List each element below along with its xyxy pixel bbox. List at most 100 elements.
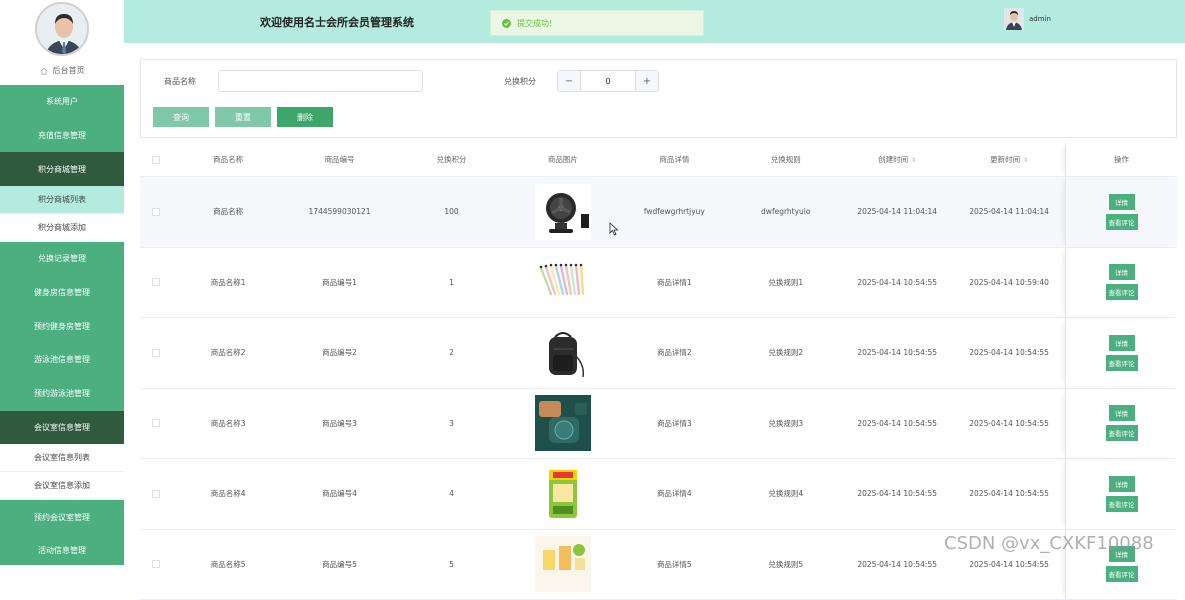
cell-points: 4 — [396, 489, 508, 498]
view-comments-button[interactable]: 查看评论 — [1106, 355, 1138, 371]
table-row[interactable]: 商品名称1744599030121100fwdfewgrhrtjyuydwfeg… — [140, 177, 1177, 248]
cell-created-time: 2025-04-14 10:54:55 — [841, 278, 953, 287]
table-row[interactable]: 商品名称3商品编号33商品详情3兑换规则32025-04-14 10:54:55… — [140, 389, 1177, 460]
cell-updated-time: 2025-04-14 10:54:55 — [953, 489, 1065, 498]
points-stepper[interactable]: − 0 + — [557, 70, 659, 92]
sort-icon[interactable]: ⇕ — [911, 157, 916, 164]
row-checkbox[interactable] — [152, 490, 160, 498]
row-checkbox[interactable] — [152, 349, 160, 357]
sidebar-subitem-11[interactable]: 会议室信息列表 — [0, 444, 124, 472]
cell-name: 商品名称3 — [173, 418, 284, 429]
sidebar-profile: 后台首页 — [0, 0, 124, 85]
table-row[interactable]: 商品名称1商品编号11商品详情1兑换规则12025-04-14 10:54:55… — [140, 248, 1177, 319]
backpack-icon[interactable] — [535, 325, 591, 381]
table-row[interactable]: 商品名称2商品编号22商品详情2兑换规则22025-04-14 10:54:55… — [140, 318, 1177, 389]
sidebar-item-8[interactable]: 游泳池信息管理 — [0, 343, 124, 377]
cell-image — [507, 254, 618, 310]
cell-created-time: 2025-04-14 11:04:14 — [841, 207, 953, 216]
pens-icon[interactable] — [535, 254, 591, 310]
cell-code: 商品编号1 — [284, 277, 396, 288]
cell-created-time: 2025-04-14 10:54:55 — [841, 489, 953, 498]
col-updated-time[interactable]: 更新时间⇕ — [953, 154, 1065, 165]
user-menu[interactable]: admin — [1004, 8, 1051, 30]
detail-button[interactable]: 详情 — [1109, 264, 1135, 280]
col-ops-label: 操作 — [1114, 154, 1129, 165]
top-header: 欢迎使用名士会所会员管理系统 提交成功! admin — [124, 0, 1185, 43]
rice-bag-icon[interactable] — [535, 466, 591, 522]
col-code: 商品编号 — [284, 154, 396, 165]
cell-image — [507, 395, 618, 451]
row-checkbox[interactable] — [152, 278, 160, 286]
sort-icon[interactable]: ⇕ — [1023, 157, 1028, 164]
sidebar-item-6[interactable]: 健身房信息管理 — [0, 276, 124, 310]
row-checkbox[interactable] — [152, 560, 160, 568]
sidebar-item-14[interactable]: 活动信息管理 — [0, 534, 124, 568]
detail-button[interactable]: 详情 — [1109, 405, 1135, 421]
col-rule: 兑换规则 — [730, 154, 841, 165]
stepper-value[interactable]: 0 — [581, 71, 635, 91]
stepper-increase-button[interactable]: + — [635, 71, 658, 91]
sidebar-item-7[interactable]: 预约健身房管理 — [0, 309, 124, 343]
sidebar-subitem-3[interactable]: 积分商城列表 — [0, 186, 124, 214]
cell-code: 1744599030121 — [284, 207, 396, 216]
product-name-input[interactable] — [218, 70, 423, 92]
reset-button[interactable]: 重置 — [215, 107, 271, 127]
col-created-time[interactable]: 创建时间⇕ — [841, 154, 953, 165]
mouse-cursor-icon — [609, 222, 619, 236]
cell-updated-time: 2025-04-14 10:59:40 — [953, 278, 1065, 287]
sidebar-subitem-12[interactable]: 会议室信息添加 — [0, 472, 124, 500]
view-comments-button[interactable]: 查看评论 — [1106, 496, 1138, 512]
drinks-icon[interactable] — [535, 536, 591, 592]
avatar[interactable] — [35, 2, 89, 56]
delete-button[interactable]: 删除 — [277, 107, 333, 127]
sidebar-subitem-4[interactable]: 积分商城添加 — [0, 214, 124, 242]
select-all-checkbox[interactable] — [152, 156, 160, 164]
row-select-cell — [140, 490, 173, 498]
sidebar: 后台首页 系统用户充值信息管理积分商城管理积分商城列表积分商城添加兑换记录管理健… — [0, 0, 124, 565]
cell-image — [507, 466, 618, 522]
product-table: 商品名称 商品编号 兑换积分 商品图片 商品详情 兑换规则 创建时间⇕ 更新时间… — [140, 143, 1177, 600]
sidebar-menu: 系统用户充值信息管理积分商城管理积分商城列表积分商城添加兑换记录管理健身房信息管… — [0, 85, 124, 568]
cell-name: 商品名称4 — [173, 488, 284, 499]
cell-ops: 详情查看评论 — [1065, 459, 1177, 529]
col-updated-time-label: 更新时间 — [990, 155, 1020, 164]
select-all-cell — [140, 156, 173, 164]
watermark: CSDN @vx_CXKF10088 — [944, 533, 1154, 554]
view-comments-button[interactable]: 查看评论 — [1106, 566, 1138, 582]
detail-button[interactable]: 详情 — [1109, 194, 1135, 210]
fan-icon[interactable] — [535, 184, 591, 240]
cell-rule: 兑换规则1 — [730, 277, 841, 288]
cell-rule: 兑换规则3 — [730, 418, 841, 429]
user-avatar[interactable] — [1004, 8, 1024, 30]
table-row[interactable]: 商品名称4商品编号44商品详情4兑换规则42025-04-14 10:54:55… — [140, 459, 1177, 530]
detail-button[interactable]: 详情 — [1109, 476, 1135, 492]
home-link[interactable]: 后台首页 — [40, 65, 85, 76]
row-checkbox[interactable] — [152, 208, 160, 216]
view-comments-button[interactable]: 查看评论 — [1106, 425, 1138, 441]
row-select-cell — [140, 278, 173, 286]
username: admin — [1029, 15, 1051, 23]
cell-code: 商品编号3 — [284, 418, 396, 429]
cell-points: 1 — [396, 278, 508, 287]
sidebar-item-10[interactable]: 会议室信息管理 — [0, 411, 124, 445]
sidebar-item-9[interactable]: 预约游泳池管理 — [0, 377, 124, 411]
cell-rule: dwfegrhtyuio — [730, 207, 841, 216]
stepper-decrease-button[interactable]: − — [558, 71, 581, 91]
cell-code: 商品编号5 — [284, 559, 396, 570]
sidebar-item-2[interactable]: 积分商城管理 — [0, 152, 124, 186]
row-checkbox[interactable] — [152, 419, 160, 427]
cell-points: 100 — [396, 207, 508, 216]
sidebar-item-13[interactable]: 预约会议室管理 — [0, 500, 124, 534]
query-button[interactable]: 查询 — [153, 107, 209, 127]
sidebar-item-5[interactable]: 兑换记录管理 — [0, 242, 124, 276]
view-comments-button[interactable]: 查看评论 — [1106, 214, 1138, 230]
cell-ops: 详情查看评论 — [1065, 248, 1177, 318]
view-comments-button[interactable]: 查看评论 — [1106, 284, 1138, 300]
sidebar-item-0[interactable]: 系统用户 — [0, 85, 124, 119]
cell-points: 5 — [396, 560, 508, 569]
sidebar-item-1[interactable]: 充值信息管理 — [0, 119, 124, 153]
detail-button[interactable]: 详情 — [1109, 335, 1135, 351]
cell-image — [507, 325, 618, 381]
row-select-cell — [140, 419, 173, 427]
gadget-icon[interactable] — [535, 395, 591, 451]
